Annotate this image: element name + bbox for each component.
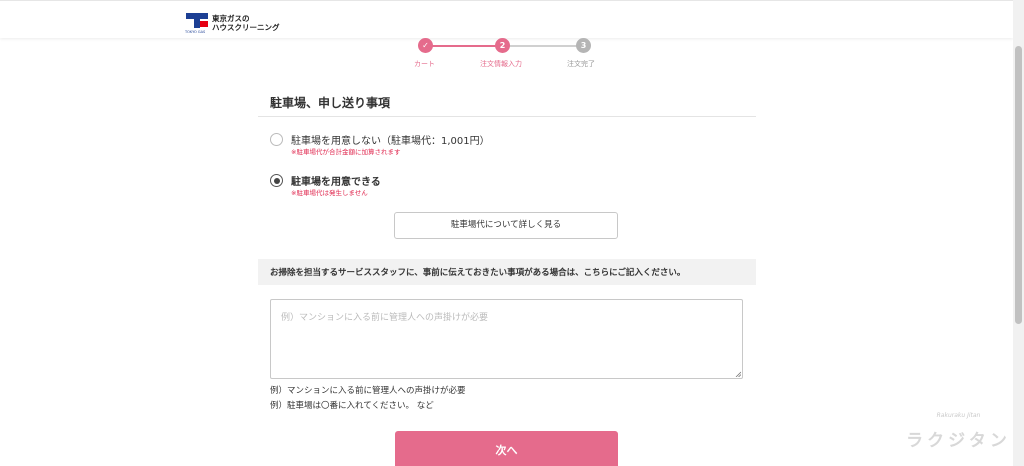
parking-option-available-note: ※駐車場代は発生しません (291, 189, 368, 197)
step-connector-pending (503, 45, 583, 47)
notes-instruction-text: お掃除を担当するサービススタッフに、事前に伝えておきたい事項がある場合は、こちら… (270, 268, 686, 278)
step-1-label: カート (414, 60, 435, 68)
page-scrollbar[interactable] (1013, 0, 1024, 466)
watermark-subtitle: Rakuraku Jitan (936, 412, 981, 419)
site-header: TOKYO GAS 東京ガスの ハウスクリーニング (0, 0, 1013, 38)
step-3-label: 注文完了 (567, 60, 595, 68)
section-divider (258, 116, 756, 117)
tokyo-gas-logo-icon: TOKYO GAS (185, 13, 208, 34)
tokyo-gas-logo[interactable]: TOKYO GAS 東京ガスの ハウスクリーニング (185, 11, 281, 37)
notes-textarea[interactable] (270, 299, 743, 379)
step-connector-done (425, 45, 503, 47)
section-title: 駐車場、申し送り事項 (270, 96, 391, 110)
step-1-check-icon: ✓ (418, 38, 433, 53)
logo-sub-text: TOKYO GAS (185, 30, 206, 34)
notes-instruction-box: お掃除を担当するサービススタッフに、事前に伝えておきたい事項がある場合は、こちら… (258, 259, 756, 285)
watermark-title: ラクジタン (906, 431, 1011, 451)
watermark: Rakuraku Jitan ラクジタン (904, 408, 1013, 456)
logo-text: 東京ガスの ハウスクリーニング (212, 14, 280, 32)
parking-option-available-radio[interactable] (270, 174, 283, 187)
order-progress-steps: ✓ 2 3 カート 注文情報入力 注文完了 (395, 38, 625, 72)
logo-line-2: ハウスクリーニング (212, 23, 280, 32)
parking-option-none-radio[interactable] (270, 133, 283, 146)
parking-option-none-note: ※駐車場代が合計金額に加算されます (291, 148, 401, 156)
page: TOKYO GAS 東京ガスの ハウスクリーニング ✓ 2 3 カート 注文情報… (0, 0, 1024, 466)
resize-grip-icon[interactable] (735, 371, 741, 377)
step-3-number: 3 (576, 38, 591, 53)
step-2-label: 注文情報入力 (480, 60, 522, 68)
parking-fee-details-button[interactable]: 駐車場代について詳しく見る (394, 212, 618, 239)
notes-example-2: 例）駐車場は〇番に入れてください。 など (270, 401, 434, 411)
logo-line-1: 東京ガスの (212, 14, 250, 23)
notes-example-1: 例）マンションに入る前に管理人への声掛けが必要 (270, 386, 466, 396)
scrollbar-thumb[interactable] (1015, 46, 1022, 324)
parking-option-available-label[interactable]: 駐車場を用意できる (291, 173, 381, 188)
next-button[interactable]: 次へ (395, 431, 618, 466)
step-2-number: 2 (495, 38, 510, 53)
parking-option-none-label[interactable]: 駐車場を用意しない（駐車場代：1,001円） (291, 132, 490, 147)
